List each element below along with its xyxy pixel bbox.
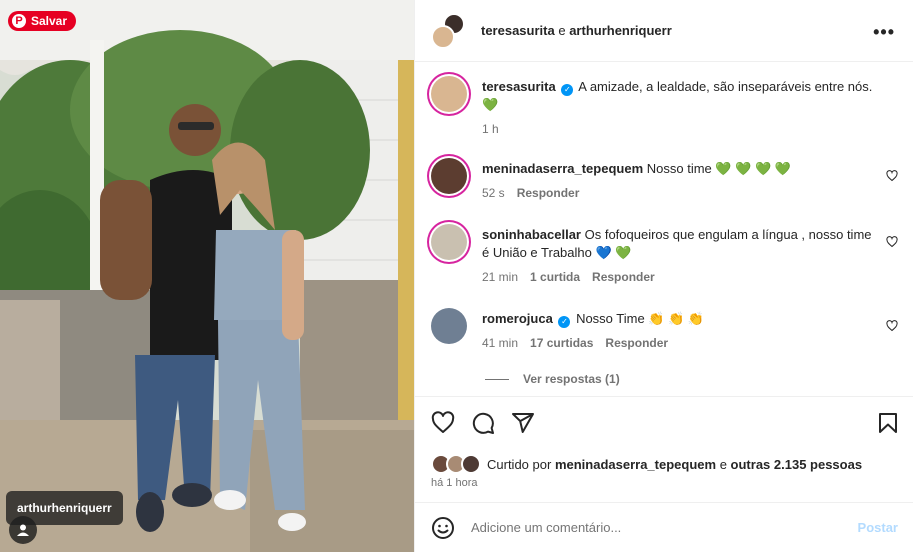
comment-text-block: romerojuca ✓ Nosso Time 👏 👏 👏 bbox=[482, 310, 882, 328]
comment-text: Nosso time bbox=[646, 161, 712, 176]
add-comment-bar: Postar bbox=[415, 502, 913, 552]
likes-summary: Curtido por meninadaserra_tepequem e out… bbox=[431, 454, 862, 474]
authors-conjunction: e bbox=[558, 23, 566, 38]
comment-likes[interactable]: 1 curtida bbox=[530, 270, 580, 284]
avatar bbox=[461, 454, 481, 474]
post-authors: teresasurita e arthurhenriquerr bbox=[481, 23, 672, 38]
caption-emoji: 💚 bbox=[482, 97, 499, 112]
replies-divider bbox=[485, 378, 509, 380]
caption-text-block: teresasurita ✓ A amizade, a lealdade, sã… bbox=[482, 78, 882, 114]
comment-meta: 52 s Responder bbox=[482, 186, 579, 200]
comment-user[interactable]: romerojuca bbox=[482, 311, 553, 326]
action-icons bbox=[431, 411, 535, 435]
like-comment-heart-icon[interactable] bbox=[886, 170, 898, 182]
likes-conjunction: e bbox=[719, 456, 727, 472]
tagged-users-button[interactable] bbox=[9, 516, 37, 544]
post-details-panel: teresasurita e arthurhenriquerr ••• tere… bbox=[414, 0, 913, 552]
comment-icon[interactable] bbox=[471, 411, 495, 435]
caption-text: A amizade, a lealdade, são inseparáveis … bbox=[578, 79, 873, 94]
user-tag-label: arthurhenriquerr bbox=[17, 501, 112, 515]
bookmark-icon bbox=[879, 413, 897, 433]
comment-user[interactable]: meninadaserra_tepequem bbox=[482, 161, 643, 176]
comment-text-block: soninhabacellar Os fofoqueiros que engul… bbox=[482, 226, 882, 262]
person-icon bbox=[17, 524, 29, 536]
comment-text: Nosso Time bbox=[576, 311, 645, 326]
likers-avatars[interactable] bbox=[431, 454, 483, 474]
save-post-button[interactable] bbox=[876, 411, 900, 440]
more-options-icon[interactable]: ••• bbox=[873, 22, 895, 43]
caption-time: 1 h bbox=[482, 122, 499, 136]
verified-badge-icon: ✓ bbox=[558, 316, 571, 328]
comment-emoji: 👏 👏 👏 bbox=[648, 311, 705, 326]
comment-input[interactable] bbox=[471, 520, 848, 535]
share-icon[interactable] bbox=[511, 411, 535, 435]
comment-meta: 21 min 1 curtida Responder bbox=[482, 270, 655, 284]
comment-text-block: meninadaserra_tepequem Nosso time 💚 💚 💚 … bbox=[482, 160, 882, 178]
emoji-picker-icon[interactable] bbox=[431, 516, 455, 540]
comment-emoji: 💙 💚 bbox=[595, 245, 632, 260]
post-time[interactable]: há 1 hora bbox=[431, 477, 477, 489]
avatar[interactable] bbox=[431, 158, 467, 194]
avatar bbox=[431, 24, 455, 49]
view-replies-label: Ver respostas (1) bbox=[523, 372, 620, 386]
comment-meta: 41 min 17 curtidas Responder bbox=[482, 336, 668, 350]
post-comment-button[interactable]: Postar bbox=[858, 520, 898, 535]
coauthor-link[interactable]: arthurhenriquerr bbox=[569, 23, 672, 38]
pinterest-save-button[interactable]: P Salvar bbox=[8, 11, 77, 31]
view-replies-button[interactable]: Ver respostas (1) bbox=[485, 372, 620, 386]
photo-image bbox=[0, 0, 414, 552]
post-photo[interactable]: P Salvar arthurhenriquerr bbox=[0, 0, 414, 552]
caption-meta: 1 h bbox=[482, 122, 499, 136]
reply-button[interactable]: Responder bbox=[605, 336, 668, 350]
caption-user[interactable]: teresasurita bbox=[482, 79, 556, 94]
comment-emoji: 💚 💚 💚 💚 bbox=[715, 161, 791, 176]
comment-time: 21 min bbox=[482, 270, 519, 284]
comment-time: 52 s bbox=[482, 186, 505, 200]
like-comment-heart-icon[interactable] bbox=[886, 320, 898, 332]
verified-badge-icon: ✓ bbox=[561, 84, 574, 96]
likes-prefix: Curtido por bbox=[487, 456, 552, 472]
author-link[interactable]: teresasurita bbox=[481, 23, 555, 38]
comment-likes[interactable]: 17 curtidas bbox=[530, 336, 593, 350]
avatar[interactable] bbox=[431, 308, 467, 344]
reply-button[interactable]: Responder bbox=[592, 270, 655, 284]
avatar[interactable] bbox=[431, 76, 467, 112]
save-label: Salvar bbox=[31, 14, 68, 28]
collab-avatars[interactable] bbox=[431, 12, 467, 49]
liker-user[interactable]: meninadaserra_tepequem bbox=[555, 457, 716, 472]
comment-user[interactable]: soninhabacellar bbox=[482, 227, 581, 242]
post-actions: Curtido por meninadaserra_tepequem e out… bbox=[415, 396, 913, 502]
avatar[interactable] bbox=[431, 224, 467, 260]
post-header: teresasurita e arthurhenriquerr ••• bbox=[415, 0, 913, 62]
comment-time: 41 min bbox=[482, 336, 519, 350]
like-comment-heart-icon[interactable] bbox=[886, 236, 898, 248]
reply-button[interactable]: Responder bbox=[517, 186, 580, 200]
like-heart-icon[interactable] bbox=[431, 411, 455, 435]
pinterest-icon: P bbox=[12, 14, 26, 28]
likes-others[interactable]: outras 2.135 pessoas bbox=[731, 457, 863, 472]
comments-list[interactable]: teresasurita ✓ A amizade, a lealdade, sã… bbox=[415, 62, 913, 396]
